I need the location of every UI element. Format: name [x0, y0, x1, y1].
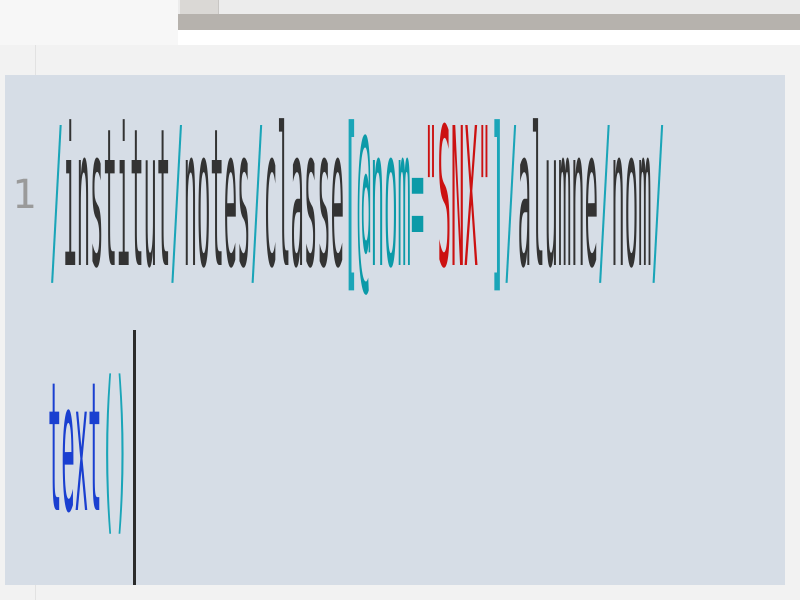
- path-separator: /: [597, 89, 612, 312]
- text-cursor: [133, 330, 136, 585]
- attribute-name: @nom: [357, 89, 411, 312]
- line-number: 1: [12, 172, 37, 218]
- predicate-open-bracket: [: [344, 89, 358, 312]
- path-step: notes: [183, 89, 251, 312]
- toolbar-input-area[interactable]: [178, 30, 800, 45]
- path-step: alumne: [517, 89, 598, 312]
- editor-tab-area[interactable]: [0, 0, 178, 45]
- path-separator: /: [250, 89, 264, 312]
- path-separator: /: [651, 89, 665, 312]
- code-line-1[interactable]: /institut/notes/classe[@nom="SNX"]/alumn…: [50, 104, 665, 297]
- toolbar-strip: [178, 14, 800, 30]
- path-separator: /: [170, 89, 184, 312]
- predicate-close-bracket: ]: [491, 89, 505, 312]
- string-literal: "SNX": [424, 89, 492, 312]
- toolbar-handle[interactable]: [180, 0, 219, 14]
- path-step: nom: [611, 89, 652, 312]
- path-separator: /: [50, 89, 64, 312]
- path-step: institut: [63, 89, 171, 312]
- path-separator: /: [504, 89, 518, 312]
- path-step: classe: [263, 89, 345, 312]
- code-line-2[interactable]: text(): [48, 359, 181, 540]
- equals-operator: =: [410, 89, 425, 312]
- function-name: text: [48, 345, 102, 554]
- function-parens: (): [101, 345, 129, 554]
